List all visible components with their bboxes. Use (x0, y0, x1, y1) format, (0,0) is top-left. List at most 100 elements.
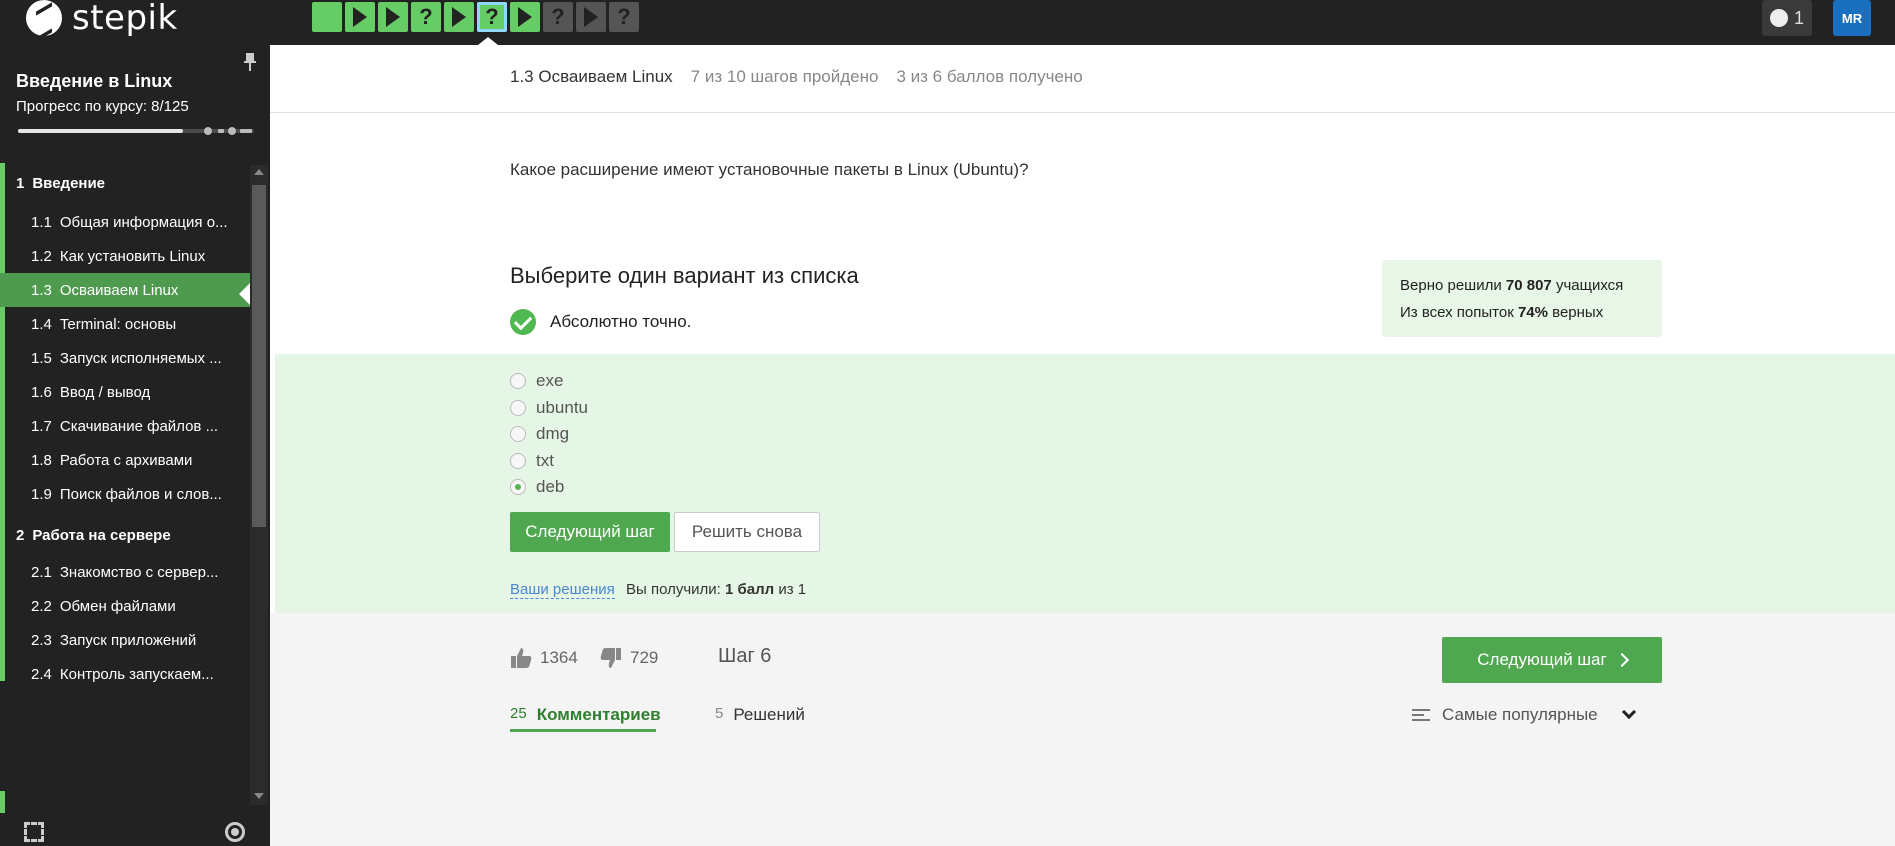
verdict: Абсолютно точно. (510, 309, 691, 335)
step-6-question-button[interactable]: ? (477, 2, 507, 32)
sidebar-section-2[interactable]: 2 Работа на сервере (0, 515, 250, 556)
answer-option-ubuntu[interactable]: ubuntu (510, 398, 588, 418)
step-2-play-button[interactable] (345, 2, 375, 32)
sidebar-item-1-9[interactable]: 1.9 Поиск файлов и слов... (0, 477, 250, 511)
tab-comments[interactable]: 25 Комментариев (510, 705, 661, 725)
sidebar-item-label: Работа на сервере (32, 527, 171, 544)
sidebar-item-1-6[interactable]: 1.6 Ввод / вывод (0, 375, 250, 409)
your-solutions-link[interactable]: Ваши решения (510, 581, 615, 599)
sidebar-item-2-2[interactable]: 2.2 Обмен файлами (0, 589, 250, 623)
solutions-count: 5 (715, 705, 724, 722)
sidebar-item-label: Общая информация о... (59, 213, 228, 231)
thumbs-up-icon (511, 648, 532, 668)
answer-option-exe[interactable]: exe (510, 371, 563, 391)
sidebar-item-1-1[interactable]: 1.1 Общая информация о... (0, 205, 250, 239)
next-step-button[interactable]: Следующий шаг (510, 512, 670, 552)
likes-count: 1364 (540, 648, 578, 667)
step-3-play-button[interactable] (378, 2, 408, 32)
radio-button[interactable] (510, 479, 526, 495)
solutions-label: Решений (733, 705, 805, 724)
course-title[interactable]: Введение в Linux (16, 71, 172, 92)
step-7-play-button[interactable] (510, 2, 540, 32)
sidebar-item-number: 1.2 (31, 247, 52, 265)
quiz-instruction: Выберите один вариант из списка (510, 263, 859, 288)
sidebar-item-label: Как установить Linux (59, 247, 206, 265)
trophy-count: 1 (1793, 7, 1804, 28)
verdict-text: Абсолютно точно. (550, 312, 692, 331)
sidebar-item-label: Скачивание файлов ... (59, 417, 219, 435)
radio-button[interactable] (510, 426, 526, 442)
sidebar-item-1-8[interactable]: 1.8 Работа с архивами (0, 443, 250, 477)
sidebar-item-1-5[interactable]: 1.5 Запуск исполняемых ... (0, 341, 250, 375)
question-icon: ? (419, 4, 433, 29)
radio-button[interactable] (510, 452, 526, 469)
radio-button[interactable] (510, 373, 526, 389)
sidebar-item-2-3[interactable]: 2.3 Запуск приложений (0, 623, 250, 657)
sidebar-item-number: 1.5 (31, 349, 52, 367)
sidebar-item-1-3[interactable]: 1.3 Осваиваем Linux (0, 273, 250, 307)
dislikes-count: 729 (630, 648, 659, 667)
sidebar-item-label: Осваиваем Linux (59, 281, 179, 299)
dislike-button[interactable]: 729 (600, 647, 658, 669)
tab-solutions[interactable]: 5 Решений (715, 705, 805, 725)
chevron-down-icon (1621, 704, 1636, 720)
question-text: Какое расширение имеют установочные паке… (510, 160, 1029, 179)
scroll-down-icon[interactable] (254, 793, 264, 799)
sidebar-item-number: 2.4 (31, 665, 52, 683)
retry-button[interactable]: Решить снова (674, 512, 820, 552)
sidebar-item-number: 2.2 (31, 597, 52, 615)
option-label: ubuntu (536, 397, 588, 417)
step-9-play-button[interactable] (576, 2, 606, 32)
lesson-nav: 1 Введение 1.1 Общая информация о... 1.2 Как … (0, 163, 250, 813)
sort-dropdown[interactable]: Самые популярные (1412, 704, 1636, 725)
lesson-title: 1.3 Осваиваем Linux (510, 67, 673, 86)
points-progress: 3 из 6 баллов получено (896, 67, 1083, 86)
sidebar-item-label: Знакомство с сервер... (59, 563, 219, 581)
pin-icon[interactable] (244, 53, 256, 71)
sidebar-item-number: 2 (16, 527, 25, 544)
sidebar-item-label: Запуск приложений (59, 631, 197, 649)
next-step-footer-button[interactable]: Следующий шаг (1442, 637, 1662, 683)
option-label: txt (536, 450, 554, 470)
play-icon (518, 7, 532, 27)
sidebar-item-2-1[interactable]: 2.1 Знакомство с сервер... (0, 555, 250, 589)
step-1-square-button[interactable] (312, 2, 342, 32)
radio-button[interactable] (510, 399, 526, 416)
sidebar-item-1-2[interactable]: 1.2 Как установить Linux (0, 239, 250, 273)
stepik-logo[interactable]: stepik (26, 0, 178, 36)
stats-accuracy: Из всех попыток 74% верных (1400, 304, 1604, 321)
like-button[interactable]: 1364 (510, 647, 578, 669)
sidebar-item-1-7[interactable]: 1.7 Скачивание файлов ... (0, 409, 250, 443)
course-progress-bar (18, 127, 254, 135)
sidebar-section-1[interactable]: 1 Введение (0, 163, 250, 204)
answer-option-dmg[interactable]: dmg (510, 424, 569, 444)
option-label: exe (536, 371, 564, 390)
divider (270, 112, 1895, 113)
step-8-question-button[interactable]: ? (543, 2, 573, 32)
avatar[interactable]: MR (1833, 0, 1871, 36)
sort-icon (1412, 709, 1430, 721)
step-5-play-button[interactable] (444, 2, 474, 32)
answer-option-txt[interactable]: txt (510, 451, 554, 471)
trophy-button[interactable]: 1 (1762, 0, 1812, 36)
step-label: Шаг 6 (718, 645, 772, 667)
sidebar-item-number: 1.8 (31, 451, 52, 469)
scroll-thumb[interactable] (252, 185, 266, 527)
sidebar-item-1-4[interactable]: 1.4 Terminal: основы (0, 307, 250, 341)
stats-solved: Верно решили 70 807 учащихся (1400, 277, 1624, 294)
answer-option-deb[interactable]: deb (510, 477, 564, 497)
step-10-question-button[interactable]: ? (609, 2, 639, 32)
stepik-logo-icon (26, 0, 62, 36)
gear-icon[interactable] (225, 822, 245, 842)
sidebar-item-2-4[interactable]: 2.4 Контроль запускаем... (0, 657, 250, 691)
step-4-question-button[interactable]: ? (411, 2, 441, 32)
fullscreen-icon[interactable] (24, 822, 44, 842)
scroll-up-icon[interactable] (254, 169, 264, 175)
nav-progress-accent (0, 791, 5, 813)
sidebar-item-number: 1.6 (31, 383, 52, 401)
sort-label: Самые популярные (1442, 705, 1598, 724)
sidebar-item-label: Запуск исполняемых ... (59, 349, 222, 367)
check-icon (510, 309, 536, 335)
option-label: deb (536, 477, 565, 496)
play-icon (584, 7, 598, 27)
